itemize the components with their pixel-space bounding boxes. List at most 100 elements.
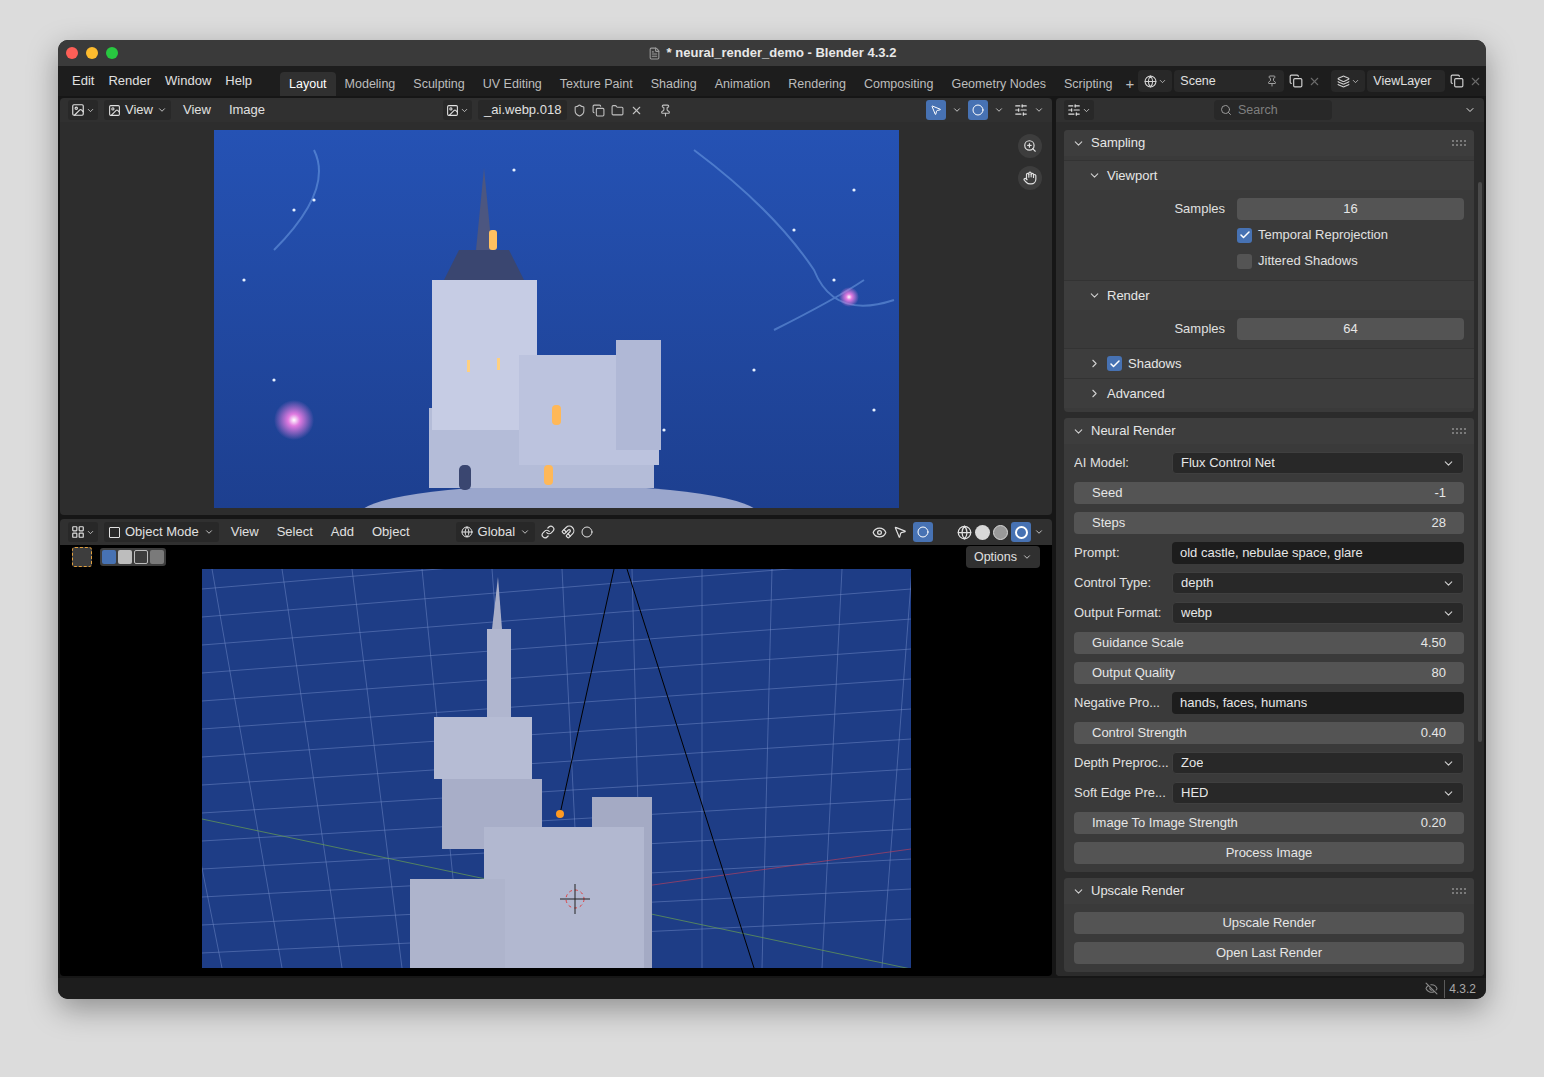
chevron-down-icon[interactable] bbox=[1088, 169, 1101, 182]
pivot-icon[interactable] bbox=[541, 525, 555, 539]
options-dropdown[interactable]: Options bbox=[966, 546, 1040, 568]
pin-image-icon[interactable] bbox=[659, 104, 672, 117]
window-control[interactable] bbox=[86, 47, 98, 59]
panel-header[interactable]: Sampling bbox=[1064, 130, 1474, 156]
header-menu[interactable]: View bbox=[177, 100, 217, 120]
wireframe-shading-icon[interactable] bbox=[957, 525, 972, 540]
header-menu[interactable]: View bbox=[225, 522, 265, 542]
header-menu[interactable]: Image bbox=[223, 100, 271, 120]
workspace-tab[interactable]: Animation bbox=[706, 72, 780, 96]
pan-button[interactable] bbox=[1018, 166, 1042, 190]
number-field[interactable]: Control Strength0.40 bbox=[1074, 722, 1464, 744]
panel-button[interactable]: Open Last Render bbox=[1074, 942, 1464, 964]
chevron-down-icon[interactable] bbox=[1034, 105, 1044, 115]
view-mode-dropdown[interactable]: View bbox=[104, 100, 171, 120]
pin-icon[interactable] bbox=[1266, 75, 1278, 87]
workspace-tab[interactable]: Geometry Nodes bbox=[942, 72, 1054, 96]
chevron-down-icon[interactable] bbox=[1088, 289, 1101, 302]
window-control[interactable] bbox=[106, 47, 118, 59]
view-layer-field[interactable]: ViewLayer bbox=[1367, 70, 1445, 92]
workspace-tab[interactable]: Texture Paint bbox=[551, 72, 642, 96]
open-image-icon[interactable] bbox=[611, 104, 624, 117]
duplicate-image-icon[interactable] bbox=[592, 104, 605, 117]
snap-icon[interactable] bbox=[561, 525, 575, 539]
editor-type-button[interactable] bbox=[1064, 100, 1094, 120]
orientation-dropdown[interactable]: Global bbox=[456, 522, 536, 542]
subpanel-header[interactable]: Advanced bbox=[1064, 378, 1474, 408]
unlink-image-icon[interactable] bbox=[630, 104, 643, 117]
workspace-tab[interactable]: Scripting bbox=[1055, 72, 1122, 96]
material-shading-icon[interactable] bbox=[993, 525, 1008, 540]
chevron-right-icon[interactable] bbox=[1088, 357, 1101, 370]
add-workspace-button[interactable]: + bbox=[1122, 72, 1139, 96]
chevron-down-icon[interactable] bbox=[1072, 137, 1085, 150]
number-field[interactable]: Seed-1 bbox=[1074, 482, 1464, 504]
drag-grip-icon[interactable] bbox=[1452, 428, 1466, 434]
zoom-button[interactable] bbox=[1018, 134, 1042, 158]
text-field[interactable]: old castle, nebulae space, glare bbox=[1172, 542, 1464, 564]
subpanel-header[interactable]: Viewport bbox=[1064, 160, 1474, 190]
chevron-down-icon[interactable] bbox=[952, 105, 962, 115]
gizmo-icon[interactable] bbox=[893, 525, 907, 539]
header-menu[interactable]: Add bbox=[325, 522, 360, 542]
visibility-icon[interactable] bbox=[872, 525, 887, 540]
delete-view-layer-icon[interactable] bbox=[1469, 75, 1482, 88]
overlay-toggle[interactable] bbox=[968, 100, 988, 120]
checkbox[interactable] bbox=[1237, 254, 1252, 269]
panel-header[interactable]: Neural Render bbox=[1064, 418, 1474, 444]
viewport-scene[interactable] bbox=[202, 569, 911, 968]
number-field[interactable]: 64 bbox=[1237, 318, 1464, 340]
rendered-shading-button[interactable] bbox=[1011, 522, 1031, 542]
chevron-down-icon[interactable] bbox=[994, 105, 1004, 115]
menu-item[interactable]: Render bbox=[102, 71, 157, 91]
number-field[interactable]: Steps28 bbox=[1074, 512, 1464, 534]
subpanel-header[interactable]: Render bbox=[1064, 280, 1474, 310]
number-field[interactable]: Guidance Scale4.50 bbox=[1074, 632, 1464, 654]
subpanel-header[interactable]: Shadows bbox=[1064, 348, 1474, 378]
select-mode-buttons[interactable] bbox=[100, 548, 166, 566]
solid-shading-icon[interactable] bbox=[975, 525, 990, 540]
select-tool-button[interactable] bbox=[72, 547, 92, 567]
workspace-tab[interactable]: Compositing bbox=[855, 72, 942, 96]
text-field[interactable]: hands, faces, humans bbox=[1172, 692, 1464, 714]
scrollbar-thumb[interactable] bbox=[1478, 182, 1482, 742]
header-menu[interactable]: Object bbox=[366, 522, 416, 542]
gizmo-toggle[interactable] bbox=[926, 100, 946, 120]
chevron-down-icon[interactable] bbox=[1034, 527, 1044, 537]
scene-type-button[interactable] bbox=[1138, 70, 1172, 92]
drag-grip-icon[interactable] bbox=[1452, 888, 1466, 894]
viewport-canvas[interactable]: Options bbox=[60, 545, 1052, 976]
menu-item[interactable]: Edit bbox=[66, 71, 100, 91]
number-field[interactable]: Output Quality80 bbox=[1074, 662, 1464, 684]
number-field[interactable]: 16 bbox=[1237, 198, 1464, 220]
chevron-down-icon[interactable] bbox=[1464, 104, 1476, 116]
new-scene-icon[interactable] bbox=[1289, 74, 1303, 88]
header-menu[interactable]: Select bbox=[271, 522, 319, 542]
drag-grip-icon[interactable] bbox=[1452, 140, 1466, 146]
dropdown-field[interactable]: HED bbox=[1172, 782, 1464, 804]
chevron-right-icon[interactable] bbox=[1088, 387, 1101, 400]
checkbox[interactable] bbox=[1107, 356, 1122, 371]
dropdown-field[interactable]: webp bbox=[1172, 602, 1464, 624]
editor-type-button[interactable] bbox=[68, 100, 98, 120]
dropdown-field[interactable]: Zoe bbox=[1172, 752, 1464, 774]
editor-type-button[interactable] bbox=[68, 522, 98, 542]
scene-field[interactable]: Scene bbox=[1174, 70, 1284, 92]
overlay-toggle[interactable] bbox=[913, 522, 933, 542]
workspace-tab[interactable]: Sculpting bbox=[404, 72, 473, 96]
panel-header[interactable]: Upscale Render bbox=[1064, 878, 1474, 904]
checkbox[interactable] bbox=[1237, 228, 1252, 243]
window-control[interactable] bbox=[66, 47, 78, 59]
new-view-layer-icon[interactable] bbox=[1450, 74, 1464, 88]
image-canvas[interactable] bbox=[60, 122, 1052, 515]
workspace-tab[interactable]: Modeling bbox=[336, 72, 405, 96]
workspace-tab[interactable]: Rendering bbox=[779, 72, 855, 96]
checkbox-row[interactable]: Temporal Reprojection bbox=[1064, 222, 1474, 248]
number-field[interactable]: Image To Image Strength0.20 bbox=[1074, 812, 1464, 834]
chevron-down-icon[interactable] bbox=[1072, 885, 1085, 898]
checkbox-row[interactable]: Jittered Shadows bbox=[1064, 248, 1474, 274]
panel-button[interactable]: Upscale Render bbox=[1074, 912, 1464, 934]
search-field[interactable]: Search bbox=[1214, 100, 1332, 120]
menu-item[interactable]: Help bbox=[219, 71, 258, 91]
display-channels-icon[interactable] bbox=[1014, 103, 1028, 117]
